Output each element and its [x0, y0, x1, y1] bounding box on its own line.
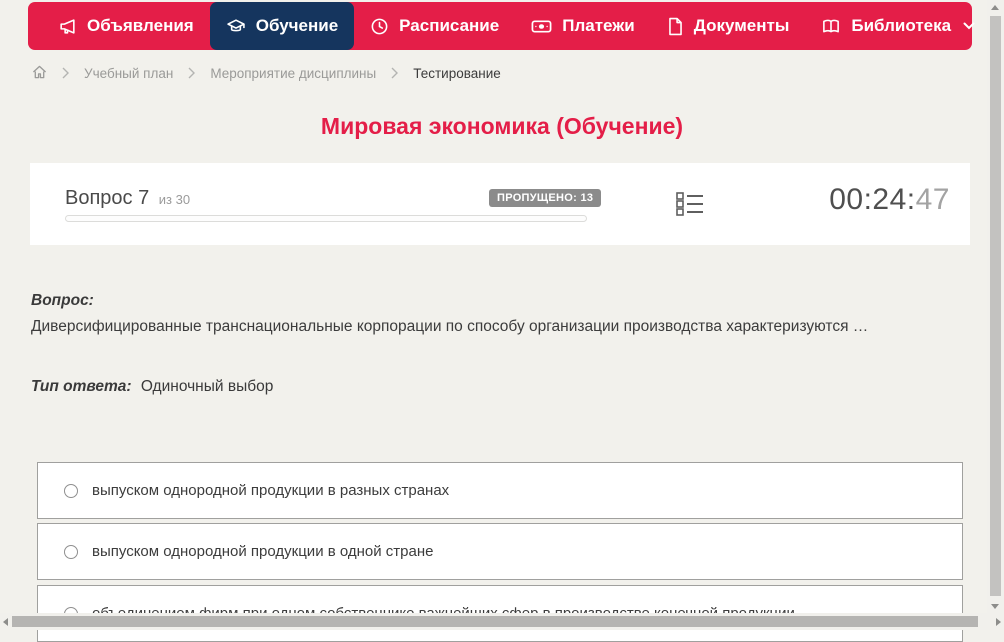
home-icon[interactable]: [32, 65, 47, 82]
breadcrumb-separator-icon: [62, 67, 69, 79]
nav-item-label: Платежи: [562, 16, 635, 35]
answer-type: Тип ответа: Одиночный выбор: [31, 378, 273, 396]
question-list-button[interactable]: [676, 190, 704, 221]
main-navbar: Объявления Обучение Расписание Платежи Д…: [28, 2, 975, 50]
nav-item-label: Документы: [693, 16, 790, 35]
document-icon: [667, 17, 684, 36]
nav-item-documents[interactable]: Документы: [651, 2, 806, 50]
breadcrumb-testing: Тестирование: [413, 65, 501, 81]
question-total: из 30: [158, 192, 191, 207]
scroll-down-icon[interactable]: [991, 604, 999, 609]
breadcrumb-separator-icon: [188, 67, 196, 79]
timer-main: 00:24:: [829, 183, 916, 216]
radio-button[interactable]: [64, 483, 78, 498]
clock-icon: [370, 17, 389, 36]
banknote-icon: [531, 17, 552, 36]
answer-option-label: выпуском однородной продукции в одной ст…: [92, 543, 434, 560]
nav-item-schedule[interactable]: Расписание: [354, 2, 515, 50]
answer-type-value: Одиночный выбор: [140, 378, 274, 395]
breadcrumb-separator-icon: [391, 67, 399, 79]
skipped-badge: ПРОПУЩЕНО: 13: [489, 189, 602, 207]
question-text: Диверсифицированные транснациональные ко…: [31, 318, 869, 335]
question-progress-bar: [65, 215, 587, 222]
answer-option[interactable]: выпуском однородной продукции в одной ст…: [37, 523, 963, 580]
page-title: Мировая экономика (Обучение): [320, 113, 684, 139]
book-icon: [821, 17, 841, 36]
horizontal-scrollbar[interactable]: [0, 613, 1004, 630]
horizontal-scrollbar-thumb[interactable]: [12, 616, 978, 627]
answer-option-label: выпуском однородной продукции в разных с…: [92, 482, 450, 499]
answer-option[interactable]: выпуском однородной продукции в разных с…: [37, 462, 963, 519]
megaphone-icon: [58, 17, 77, 36]
nav-item-label: Обучение: [255, 16, 339, 35]
quiz-header-card: Вопрос 7 из 30 ПРОПУЩЕНО: 13 00:24:47: [30, 163, 970, 245]
question-list-icon: [676, 192, 704, 221]
nav-item-label: Объявления: [87, 16, 194, 35]
nav-item-payments[interactable]: Платежи: [515, 2, 651, 50]
question-number: Вопрос 7 из 30: [65, 187, 190, 210]
graduation-cap-icon: [226, 17, 246, 36]
answer-type-label: Тип ответа:: [31, 378, 132, 395]
nav-item-label: Библиотека: [851, 16, 952, 35]
chevron-down-icon: [963, 22, 975, 30]
question-heading: Вопрос:: [31, 292, 94, 309]
nav-item-library[interactable]: Библиотека: [805, 2, 991, 50]
scroll-up-icon[interactable]: [991, 5, 999, 10]
countdown-timer: 00:24:47: [829, 183, 950, 217]
nav-item-learning[interactable]: Обучение: [209, 2, 355, 50]
radio-button[interactable]: [64, 544, 78, 559]
breadcrumb-curriculum[interactable]: Учебный план: [84, 66, 173, 81]
scroll-right-icon[interactable]: [996, 618, 1001, 626]
question-number-label: Вопрос 7: [65, 187, 150, 209]
vertical-scrollbar[interactable]: [987, 0, 1004, 613]
nav-item-announcements[interactable]: Объявления: [42, 2, 210, 50]
vertical-scrollbar-thumb[interactable]: [990, 16, 1001, 596]
scroll-left-icon[interactable]: [3, 618, 8, 626]
breadcrumb-discipline-event[interactable]: Мероприятие дисциплины: [210, 66, 376, 81]
timer-seconds: 47: [915, 183, 950, 216]
breadcrumb: Учебный план Мероприятие дисциплины Тест…: [32, 62, 501, 84]
nav-item-label: Расписание: [399, 16, 500, 35]
